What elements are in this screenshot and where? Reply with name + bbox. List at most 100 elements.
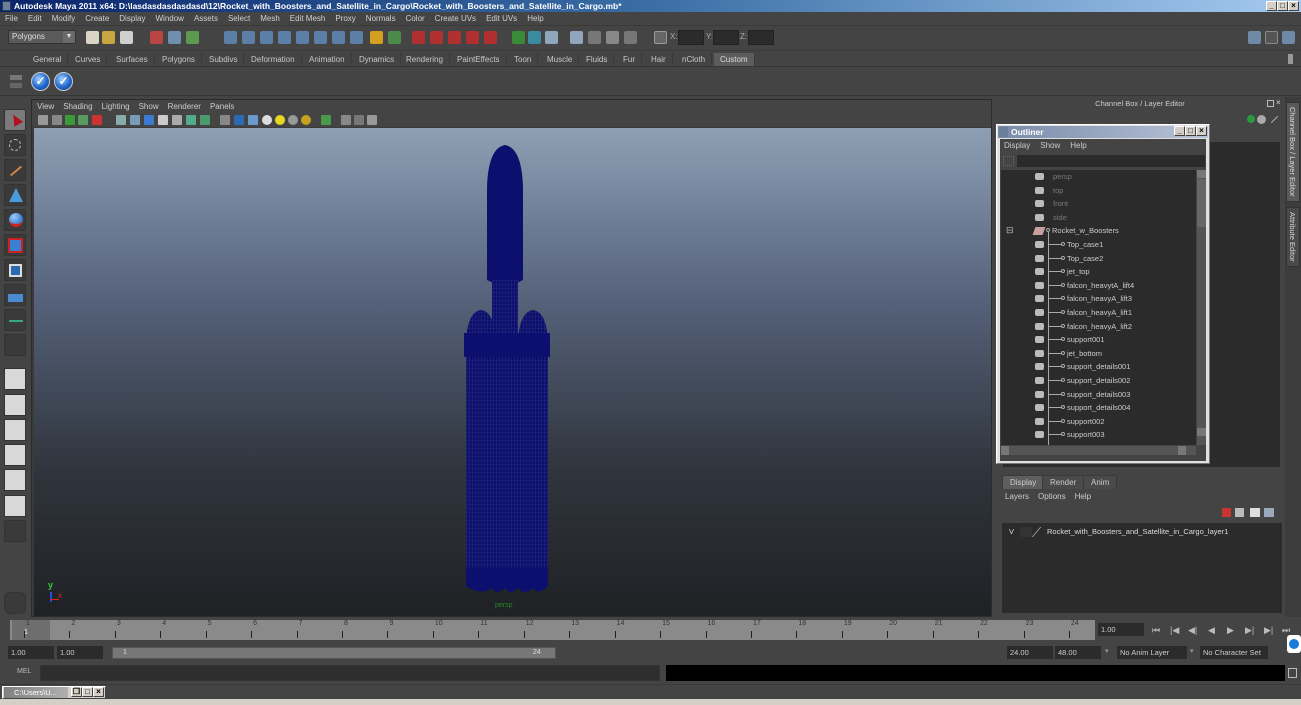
resolution-gate-icon[interactable] <box>144 115 154 125</box>
field-chart-icon[interactable] <box>172 115 182 125</box>
scroll-left-button[interactable] <box>1001 446 1009 455</box>
show-channel-box-icon[interactable] <box>1282 31 1295 44</box>
safe-action-icon[interactable] <box>186 115 196 125</box>
outliner-filter-input[interactable] <box>1017 155 1205 167</box>
shelf-tab-dynamics[interactable]: Dynamics <box>353 53 402 66</box>
shelf-tab-polygons[interactable]: Polygons <box>156 53 202 66</box>
shelf-tab-rendering[interactable]: Rendering <box>400 53 450 66</box>
menu-normals[interactable]: Normals <box>366 14 396 23</box>
select-camera-icon[interactable] <box>38 115 48 125</box>
layout-persp-graph[interactable] <box>4 444 26 466</box>
outliner-item[interactable]: support_details004 <box>1001 401 1196 415</box>
play-forwards-button[interactable]: ▶ <box>1227 625 1234 636</box>
film-gate-icon[interactable] <box>130 115 140 125</box>
panel-menu-panels[interactable]: Panels <box>210 102 234 111</box>
layer-template-toggle[interactable] <box>1020 527 1032 537</box>
outliner-item[interactable]: support002 <box>1001 415 1196 429</box>
shelf-tab-general[interactable]: General <box>27 53 69 66</box>
bookmarks-icon[interactable] <box>65 115 75 125</box>
shelf-tab-toon[interactable]: Toon <box>508 53 539 66</box>
shelf-options-icon[interactable] <box>10 83 22 88</box>
last-tool-slot[interactable] <box>4 334 26 356</box>
smooth-shade-icon[interactable] <box>234 115 244 125</box>
outliner-item-top[interactable]: top <box>1001 184 1196 198</box>
image-plane-icon[interactable] <box>78 115 88 125</box>
select-misc-icon[interactable] <box>350 31 363 44</box>
current-time-indicator[interactable] <box>12 620 50 640</box>
menu-modify[interactable]: Modify <box>52 14 76 23</box>
scroll-down-button[interactable] <box>1197 428 1206 436</box>
outliner-item[interactable]: Top_case2 <box>1001 252 1196 266</box>
select-tool[interactable] <box>4 109 26 131</box>
maximize-minimized-button[interactable]: □ <box>82 687 93 697</box>
snap-curve-icon[interactable] <box>430 31 443 44</box>
outliner-item[interactable]: falcon_heavytA_lift4 <box>1001 279 1196 293</box>
step-back-frame-button[interactable]: ◀| <box>1188 625 1197 636</box>
menu-edit[interactable]: Edit <box>28 14 42 23</box>
input-history-icon[interactable] <box>512 31 525 44</box>
select-joints-icon[interactable] <box>242 31 255 44</box>
outliner-item-front[interactable]: front <box>1001 197 1196 211</box>
maximize-button[interactable]: □ <box>1277 1 1288 11</box>
make-live-icon[interactable] <box>484 31 497 44</box>
select-curves-icon[interactable] <box>260 31 273 44</box>
shelf-tab-curves[interactable]: Curves <box>69 53 108 66</box>
layer-menu-layers[interactable]: Layers <box>1005 492 1029 501</box>
rotate-tool[interactable] <box>4 209 26 231</box>
select-dynamics-icon[interactable] <box>314 31 327 44</box>
outliner-titlebar[interactable]: Outliner _ □ × <box>998 126 1208 138</box>
go-to-start-button[interactable]: ⏮ <box>1152 625 1160 636</box>
mel-label[interactable]: MEL <box>17 668 31 675</box>
xray-icon[interactable] <box>341 115 351 125</box>
menu-file[interactable]: File <box>5 14 18 23</box>
menu-proxy[interactable]: Proxy <box>335 14 355 23</box>
snap-view-plane-icon[interactable] <box>466 31 479 44</box>
output-history-icon[interactable] <box>528 31 541 44</box>
layout-hypershade-persp[interactable] <box>4 469 26 491</box>
select-deformations-icon[interactable] <box>296 31 309 44</box>
open-scene-icon[interactable] <box>102 31 115 44</box>
shelf-tab-custom[interactable]: Custom <box>714 53 755 66</box>
panel-menu-show[interactable]: Show <box>139 102 159 111</box>
close-panel-icon[interactable]: × <box>1276 98 1281 107</box>
lock-selection-icon[interactable] <box>370 31 383 44</box>
select-by-object-icon[interactable] <box>168 31 181 44</box>
menu-assets[interactable]: Assets <box>194 14 218 23</box>
menu-help[interactable]: Help <box>527 14 543 23</box>
all-lights-icon[interactable] <box>288 115 298 125</box>
textured-icon[interactable] <box>262 115 272 125</box>
layout-single-perspective[interactable] <box>4 368 26 390</box>
show-tool-settings-icon[interactable] <box>1265 31 1278 44</box>
perspective-viewport[interactable]: y x persp <box>34 128 991 616</box>
paint-select-tool[interactable] <box>4 159 26 181</box>
menu-mesh[interactable]: Mesh <box>260 14 280 23</box>
tab-attribute-editor[interactable]: Attribute Editor <box>1286 207 1300 267</box>
universal-manipulator-tool[interactable] <box>4 259 26 281</box>
wireframe-on-shaded-icon[interactable] <box>248 115 258 125</box>
camera-attributes-icon[interactable] <box>52 115 62 125</box>
select-surfaces-icon[interactable] <box>278 31 291 44</box>
move-layer-down-icon[interactable] <box>1264 508 1274 517</box>
playback-end-field[interactable]: 24.00 <box>1007 646 1053 659</box>
show-attribute-editor-icon[interactable] <box>1248 31 1261 44</box>
animation-start-field[interactable]: 1.00 <box>8 646 54 659</box>
outliner-item[interactable]: jet_bottom <box>1001 347 1196 361</box>
outliner-item-root[interactable]: ⊟ Rocket_w_Boosters <box>1001 224 1196 238</box>
script-editor-icon[interactable] <box>1288 668 1297 678</box>
render-view-icon[interactable] <box>570 31 583 44</box>
outliner-vertical-scrollbar[interactable] <box>1197 170 1206 445</box>
outliner-item[interactable]: falcon_heavyA_lift2 <box>1001 320 1196 334</box>
shelf-tab-hair[interactable]: Hair <box>645 53 673 66</box>
outliner-maximize-button[interactable]: □ <box>1185 126 1196 136</box>
layer-menu-options[interactable]: Options <box>1038 492 1066 501</box>
outliner-menu-show[interactable]: Show <box>1040 141 1060 150</box>
snap-grid-icon[interactable] <box>412 31 425 44</box>
move-tool[interactable] <box>4 184 26 206</box>
outliner-horizontal-scrollbar[interactable] <box>1001 446 1196 455</box>
close-minimized-button[interactable]: × <box>93 687 104 697</box>
minimize-button[interactable]: _ <box>1266 1 1277 11</box>
transform-mode-icon[interactable] <box>654 31 667 44</box>
character-set-select[interactable]: No Character Set <box>1200 646 1268 659</box>
outliner-item[interactable]: jet_top <box>1001 265 1196 279</box>
menu-select[interactable]: Select <box>228 14 250 23</box>
